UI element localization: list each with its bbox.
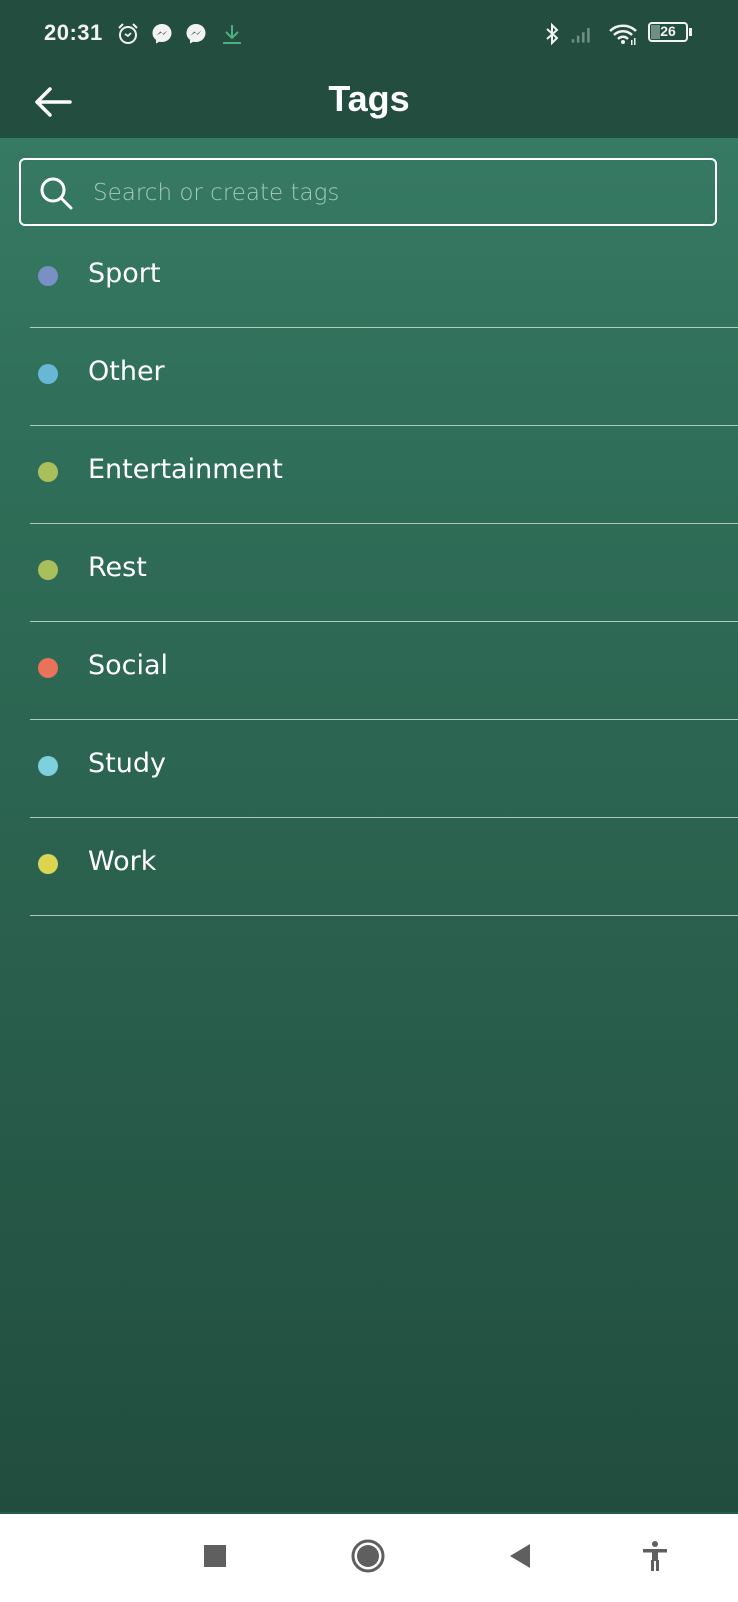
tag-color-dot: [38, 854, 58, 874]
tag-list: Sport Other Entertainment Rest Social St…: [0, 230, 738, 916]
tag-label: Rest: [88, 552, 147, 583]
tag-item-other[interactable]: Other: [0, 328, 738, 426]
tag-item-work[interactable]: Work: [0, 818, 738, 916]
messenger-icon: [186, 24, 206, 44]
status-time: 20:31: [44, 20, 103, 45]
tag-item-social[interactable]: Social: [0, 622, 738, 720]
battery-level: 26: [660, 23, 676, 39]
tag-label: Study: [88, 748, 166, 779]
alarm-icon: [118, 23, 138, 44]
status-bar: 20:31 26: [0, 0, 738, 70]
tags-screen: 20:31 26 Tags Search or create tags Spor…: [0, 0, 738, 1512]
tag-color-dot: [38, 364, 58, 384]
tag-item-study[interactable]: Study: [0, 720, 738, 818]
wifi-icon: [609, 24, 637, 45]
tag-label: Social: [88, 650, 169, 681]
messenger-icon: [152, 24, 172, 44]
search-icon: [40, 177, 73, 210]
app-header: Tags: [0, 70, 738, 138]
system-nav-bar: [0, 1512, 738, 1602]
accessibility-icon[interactable]: [635, 1536, 675, 1576]
tag-label: Other: [88, 356, 165, 387]
tag-label: Sport: [88, 258, 161, 289]
home-icon[interactable]: [348, 1536, 388, 1576]
page-title: Tags: [328, 78, 410, 119]
tag-color-dot: [38, 756, 58, 776]
tag-color-dot: [38, 266, 58, 286]
search-field[interactable]: [19, 158, 717, 226]
tag-item-sport[interactable]: Sport: [0, 230, 738, 328]
tag-item-entertainment[interactable]: Entertainment: [0, 426, 738, 524]
top-bar: 20:31 26 Tags: [0, 0, 738, 138]
tag-color-dot: [38, 658, 58, 678]
signal-icon: [571, 28, 590, 43]
tag-color-dot: [38, 560, 58, 580]
tag-label: Entertainment: [88, 454, 283, 485]
bluetooth-icon: [546, 22, 559, 46]
tag-label: Work: [88, 846, 157, 877]
download-icon: [223, 25, 241, 44]
back-icon[interactable]: [500, 1536, 540, 1576]
tag-color-dot: [38, 462, 58, 482]
tag-item-rest[interactable]: Rest: [0, 524, 738, 622]
search-input[interactable]: [91, 168, 705, 218]
battery-icon: 26: [648, 22, 692, 42]
recents-icon[interactable]: [195, 1536, 235, 1576]
